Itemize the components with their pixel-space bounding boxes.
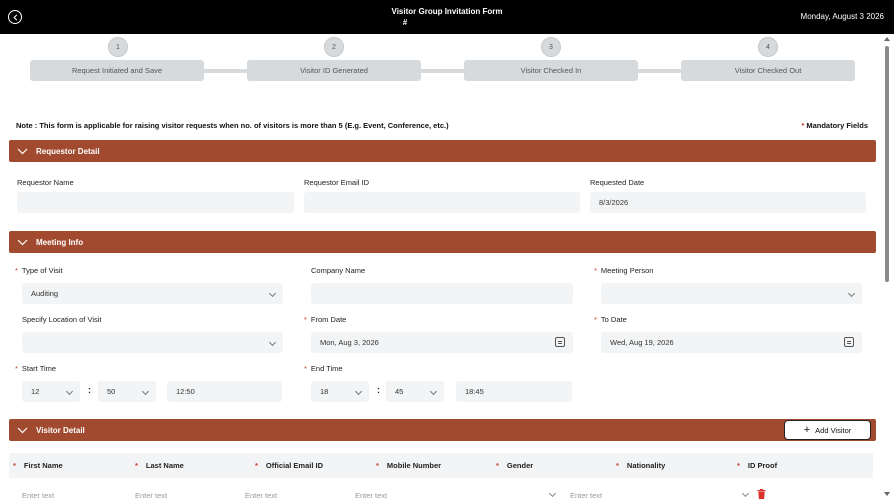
column-header: * Mobile Number bbox=[376, 461, 442, 470]
requested-date-label: Requested Date bbox=[590, 178, 645, 187]
chevron-down-icon bbox=[847, 289, 856, 298]
to-date-label: * To Date bbox=[594, 315, 627, 324]
add-visitor-label: Add Visitor bbox=[815, 425, 852, 435]
requestor-name-label: Requestor Name bbox=[17, 178, 74, 187]
end-time-label: * End Time bbox=[304, 364, 343, 373]
scroll-down-arrow-icon[interactable] bbox=[884, 492, 890, 496]
column-header: * Official Email ID bbox=[255, 461, 324, 470]
column-header: * ID Proof bbox=[737, 461, 778, 470]
step-3-number: 3 bbox=[541, 37, 561, 57]
company-name-label: Company Name bbox=[311, 266, 366, 275]
start-minute-value: 50 bbox=[107, 387, 116, 396]
chevron-down-icon bbox=[17, 148, 28, 154]
step-4-number: 4 bbox=[758, 37, 778, 57]
email-input[interactable]: Enter text bbox=[245, 491, 277, 500]
mandatory-fields-note: * Mandatory Fields bbox=[801, 121, 868, 130]
step-1-label: Request Initiated and Save bbox=[30, 60, 204, 81]
requestor-name-field[interactable] bbox=[17, 192, 294, 213]
end-minute-select[interactable]: 45 bbox=[386, 381, 444, 402]
end-hour-value: 18 bbox=[320, 387, 329, 396]
section-title: Meeting Info bbox=[36, 237, 84, 247]
from-date-value: Mon, Aug 3, 2026 bbox=[320, 338, 379, 347]
requestor-email-field[interactable] bbox=[304, 192, 580, 213]
top-bar: Visitor Group Invitation Form # Monday, … bbox=[0, 0, 894, 34]
visitor-table-header: * First Name * Last Name * Official Email I… bbox=[9, 453, 873, 478]
from-date-picker[interactable]: Mon, Aug 3, 2026 bbox=[311, 332, 573, 353]
to-date-picker[interactable]: Wed, Aug 19, 2026 bbox=[601, 332, 862, 353]
mandatory-text: Mandatory Fields bbox=[804, 121, 868, 130]
meeting-person-select[interactable] bbox=[601, 283, 862, 304]
required-star: * bbox=[594, 266, 597, 275]
chevron-down-icon bbox=[65, 387, 74, 396]
chevron-down-icon bbox=[429, 387, 438, 396]
mobile-input[interactable]: Enter text bbox=[355, 491, 387, 500]
required-star: * bbox=[15, 364, 18, 373]
plus-icon: + bbox=[803, 424, 811, 436]
trash-icon[interactable] bbox=[757, 489, 766, 499]
nationality-input[interactable]: Enter text bbox=[570, 491, 602, 500]
chevron-down-icon bbox=[268, 338, 277, 347]
page-title: Visitor Group Invitation Form bbox=[391, 7, 503, 16]
id-proof-dropdown-chevron-icon[interactable] bbox=[741, 489, 750, 498]
company-name-field[interactable] bbox=[311, 283, 573, 304]
start-minute-select[interactable]: 50 bbox=[98, 381, 156, 402]
end-time-display: 18:45 bbox=[456, 381, 572, 402]
step-2-number: 2 bbox=[324, 37, 344, 57]
start-time-display: 12:50 bbox=[167, 381, 282, 402]
chevron-down-icon bbox=[17, 239, 28, 245]
from-date-label: * From Date bbox=[304, 315, 347, 324]
location-of-visit-select[interactable] bbox=[22, 332, 283, 353]
section-meeting-info[interactable]: Meeting Info bbox=[9, 231, 876, 253]
column-header: * Last Name bbox=[135, 461, 184, 470]
step-3-label: Visitor Checked In bbox=[464, 60, 638, 81]
chevron-down-icon bbox=[354, 387, 363, 396]
gender-dropdown-chevron-icon[interactable] bbox=[548, 489, 557, 498]
first-name-input[interactable]: Enter text bbox=[22, 491, 54, 500]
section-title: Requestor Detail bbox=[36, 146, 100, 156]
scroll-up-arrow-icon[interactable] bbox=[884, 37, 890, 41]
step-4-label: Visitor Checked Out bbox=[681, 60, 855, 81]
scrollbar-thumb[interactable] bbox=[885, 46, 889, 282]
type-of-visit-label: * Type of Visit bbox=[15, 266, 63, 275]
end-hour-select[interactable]: 18 bbox=[311, 381, 369, 402]
step-1-number: 1 bbox=[108, 37, 128, 57]
section-visitor-detail[interactable]: Visitor Detail bbox=[9, 419, 876, 441]
chevron-down-icon bbox=[141, 387, 150, 396]
chevron-down-icon bbox=[268, 289, 277, 298]
start-time-label: * Start Time bbox=[15, 364, 57, 373]
location-of-visit-label: Specify Location of Visit bbox=[22, 315, 102, 324]
chevron-down-icon bbox=[17, 427, 28, 433]
required-star: * bbox=[15, 266, 18, 275]
start-hour-value: 12 bbox=[31, 387, 40, 396]
required-star: * bbox=[304, 364, 307, 373]
time-separator: : bbox=[377, 385, 380, 395]
requestor-email-label: Requestor Email ID bbox=[304, 178, 370, 187]
request-number: # bbox=[402, 18, 408, 27]
column-header: * Gender bbox=[496, 461, 534, 470]
section-title: Visitor Detail bbox=[36, 425, 85, 435]
section-requestor-detail[interactable]: Requestor Detail bbox=[9, 140, 876, 162]
requested-date-field: 8/3/2026 bbox=[590, 192, 866, 213]
column-header: * Nationality bbox=[616, 461, 666, 470]
required-star: * bbox=[594, 315, 597, 324]
type-of-visit-value: Auditing bbox=[31, 289, 59, 298]
calendar-icon[interactable] bbox=[555, 337, 565, 347]
type-of-visit-select[interactable]: Auditing bbox=[22, 283, 283, 304]
last-name-input[interactable]: Enter text bbox=[135, 491, 167, 500]
required-star: * bbox=[304, 315, 307, 324]
stepper-connector bbox=[120, 69, 770, 73]
start-hour-select[interactable]: 12 bbox=[22, 381, 80, 402]
current-date: Monday, August 3 2026 bbox=[800, 12, 884, 21]
meeting-person-label: * Meeting Person bbox=[594, 266, 654, 275]
form-note: Note : This form is applicable for raisi… bbox=[16, 121, 449, 130]
to-date-value: Wed, Aug 19, 2026 bbox=[610, 338, 674, 347]
end-minute-value: 45 bbox=[395, 387, 404, 396]
calendar-icon[interactable] bbox=[844, 337, 854, 347]
time-separator: : bbox=[88, 385, 91, 395]
column-header: * First Name bbox=[13, 461, 63, 470]
step-2-label: Visitor ID Generated bbox=[247, 60, 421, 81]
add-visitor-button[interactable]: + Add Visitor bbox=[784, 420, 871, 440]
